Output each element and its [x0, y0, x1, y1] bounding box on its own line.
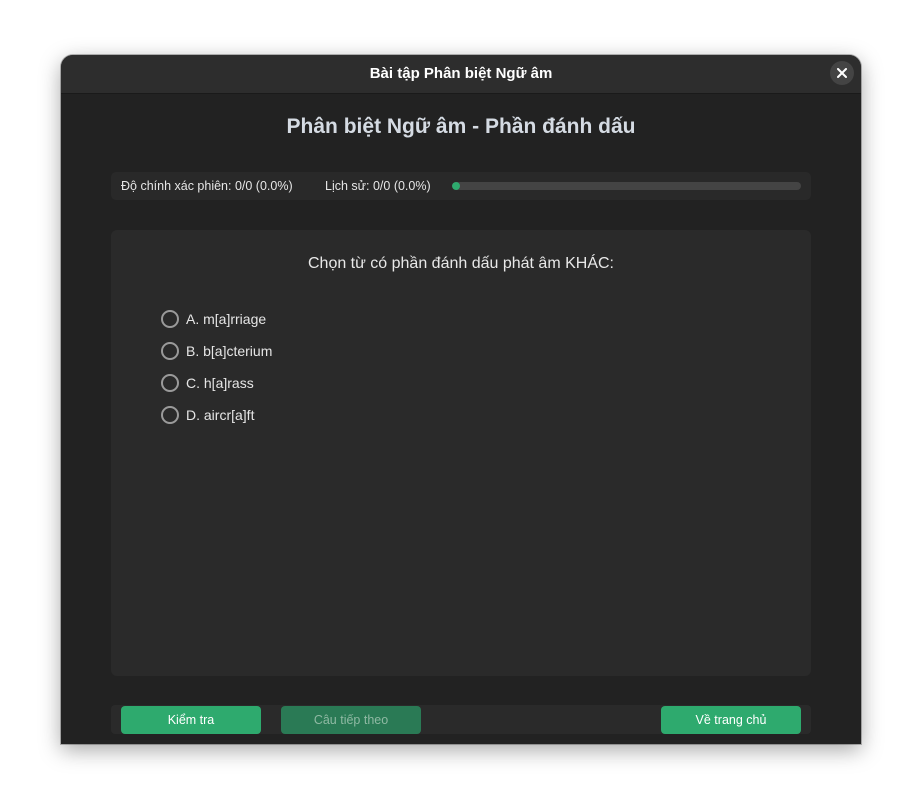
history-accuracy: Lịch sử: 0/0 (0.0%) — [325, 179, 431, 193]
radio-button[interactable] — [161, 342, 179, 360]
question-prompt: Chọn từ có phần đánh dấu phát âm KHÁC: — [307, 255, 614, 272]
stats-bar: Độ chính xác phiên: 0/0 (0.0%) Lịch sử: … — [111, 172, 811, 200]
progress-fill — [452, 182, 460, 190]
option-d[interactable]: D. aircr[a]ft — [161, 399, 272, 431]
page-title: Phân biệt Ngữ âm - Phần đánh dấu — [286, 115, 636, 138]
option-label: D. aircr[a]ft — [186, 407, 255, 423]
next-question-button[interactable]: Câu tiếp theo — [281, 706, 421, 734]
progress-bar — [452, 182, 801, 190]
option-c[interactable]: C. h[a]rass — [161, 367, 272, 399]
option-label: B. b[a]cterium — [186, 343, 273, 359]
option-b[interactable]: B. b[a]cterium — [161, 335, 272, 367]
option-label: A. m[a]rriage — [186, 311, 267, 327]
radio-button[interactable] — [161, 310, 179, 328]
close-button[interactable] — [830, 61, 854, 85]
close-icon — [837, 68, 847, 78]
action-bar: Kiểm tra Câu tiếp theo Về trang chủ — [111, 705, 811, 734]
home-button[interactable]: Về trang chủ — [661, 706, 801, 734]
option-a[interactable]: A. m[a]rriage — [161, 303, 272, 335]
window-title: Bài tập Phân biệt Ngữ âm — [369, 65, 553, 82]
radio-button[interactable] — [161, 406, 179, 424]
title-bar[interactable]: Bài tập Phân biệt Ngữ âm — [61, 55, 861, 94]
answer-options: A. m[a]rriage B. b[a]cterium C. h[a]rass… — [161, 303, 272, 431]
quiz-window: Bài tập Phân biệt Ngữ âm Phân biệt Ngữ â… — [61, 55, 861, 744]
check-button[interactable]: Kiểm tra — [121, 706, 261, 734]
option-label: C. h[a]rass — [186, 375, 254, 391]
radio-button[interactable] — [161, 374, 179, 392]
session-accuracy: Độ chính xác phiên: 0/0 (0.0%) — [121, 179, 293, 193]
question-panel: Chọn từ có phần đánh dấu phát âm KHÁC: A… — [111, 230, 811, 676]
